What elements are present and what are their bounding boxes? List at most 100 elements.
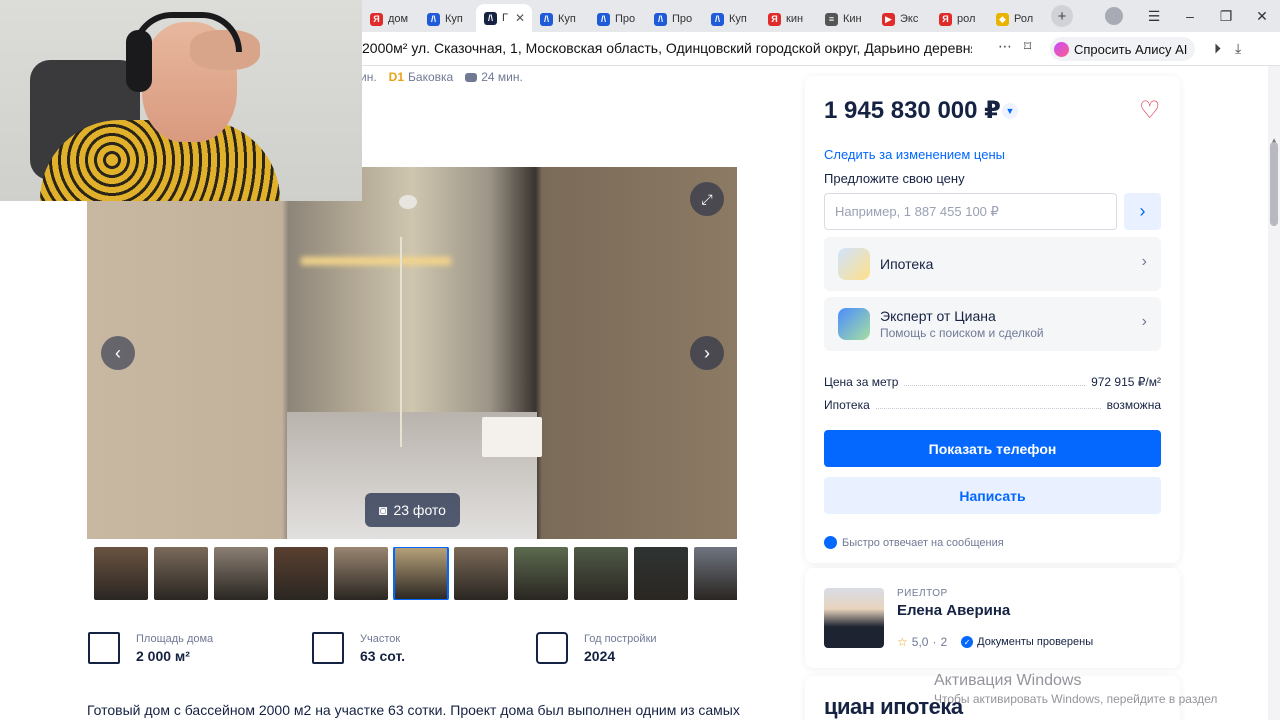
leader-dots bbox=[875, 401, 1101, 409]
gallery-thumbnail[interactable] bbox=[574, 547, 628, 600]
walk-time: ин. bbox=[360, 70, 377, 84]
station[interactable]: D1 Баковка bbox=[389, 70, 454, 84]
gallery-thumbnail[interactable] bbox=[634, 547, 688, 600]
thumbnail-strip bbox=[94, 547, 737, 600]
tab-favicon-icon: /\ bbox=[540, 12, 553, 26]
tab-label: Экс bbox=[900, 13, 919, 25]
realtor-rating[interactable]: ☆ 5,0 · 2 ✓ Документы проверены bbox=[897, 635, 1093, 649]
drive-time: 24 мин. bbox=[465, 70, 523, 84]
gallery-thumbnail[interactable] bbox=[393, 547, 449, 600]
profile-avatar[interactable] bbox=[1105, 7, 1123, 25]
realtor-avatar[interactable] bbox=[824, 588, 884, 648]
media-play-icon[interactable]: ⏵ bbox=[1214, 40, 1221, 57]
download-icon[interactable]: ⤓ bbox=[1235, 40, 1241, 57]
window-controls: ☰ – ❐ ✕ bbox=[1136, 0, 1280, 32]
browser-tab[interactable]: Ярол bbox=[931, 6, 988, 32]
fullscreen-icon[interactable]: ⤢ bbox=[690, 182, 724, 216]
stat-value: 63 сот. bbox=[360, 647, 405, 664]
tab-close-icon[interactable]: ✕ bbox=[515, 11, 525, 25]
review-count: 2 bbox=[940, 635, 948, 649]
verified-badge: ✓ Документы проверены bbox=[961, 636, 1093, 648]
photo-gallery[interactable]: ⤢ ‹ › ◙ 23 фото bbox=[87, 167, 737, 539]
address-actions: ⋯ ⌑ bbox=[998, 38, 1031, 55]
bookmark-icon[interactable]: ⌑ bbox=[1024, 38, 1031, 55]
gallery-thumbnail[interactable] bbox=[694, 547, 737, 600]
drive-time-value: 24 мин. bbox=[481, 70, 523, 84]
verified-label: Документы проверены bbox=[977, 636, 1094, 648]
plot-icon bbox=[312, 632, 344, 664]
expert-promo[interactable]: Эксперт от Циана Помощь с поиском и сдел… bbox=[824, 297, 1161, 351]
track-price-link[interactable]: Следить за изменением цены bbox=[824, 147, 1005, 162]
price-history-toggle[interactable]: ▼ bbox=[1002, 103, 1018, 119]
restore-button[interactable]: ❐ bbox=[1208, 8, 1244, 25]
check-icon: ✓ bbox=[961, 636, 974, 648]
tab-strip: Ядом /\ Куп /\ Г ✕ /\ Куп /\ Про /\ Про /\ Куп Якин ≡ Ки… bbox=[362, 0, 1045, 32]
expert-promo-subtitle: Помощь с поиском и сделкой bbox=[880, 326, 1044, 340]
tab-label: Рол bbox=[1014, 13, 1034, 25]
photo-light-strip bbox=[301, 257, 451, 265]
tab-label: Кин bbox=[843, 13, 862, 25]
menu-icon[interactable]: ☰ bbox=[1136, 8, 1172, 25]
favorite-heart-icon[interactable]: ♡ bbox=[1139, 96, 1161, 125]
url-field[interactable]: 2000м² ул. Сказочная, 1, Московская обла… bbox=[362, 40, 972, 56]
gallery-thumbnail[interactable] bbox=[274, 547, 328, 600]
mortgage-row: Ипотека возможна bbox=[824, 398, 1161, 412]
browser-tab[interactable]: Якин bbox=[760, 6, 817, 32]
write-message-button[interactable]: Написать bbox=[824, 477, 1161, 514]
show-phone-button[interactable]: Показать телефон bbox=[824, 430, 1161, 467]
more-icon[interactable]: ⋯ bbox=[998, 38, 1012, 55]
suggest-price-submit[interactable]: › bbox=[1124, 193, 1161, 230]
transport-info: ин. D1 Баковка 24 мин. bbox=[360, 70, 523, 84]
gallery-thumbnail[interactable] bbox=[94, 547, 148, 600]
tab-favicon-icon: /\ bbox=[427, 12, 440, 26]
stat-plot: Участок 63 сот. bbox=[312, 632, 536, 664]
row-key: Цена за метр bbox=[824, 375, 899, 389]
realtor-role: РИЕЛТОР bbox=[897, 588, 948, 599]
browser-tab[interactable]: ▶ Экс bbox=[874, 6, 931, 32]
browser-tab[interactable]: /\ Куп bbox=[703, 6, 760, 32]
browser-tab[interactable]: ◆ Рол bbox=[988, 6, 1045, 32]
expert-promo-title: Эксперт от Циана bbox=[880, 308, 996, 324]
gallery-thumbnail[interactable] bbox=[334, 547, 388, 600]
browser-tab[interactable]: Ядом bbox=[362, 6, 419, 32]
browser-tab[interactable]: /\ Куп bbox=[419, 6, 476, 32]
suggest-price-label: Предложите свою цену bbox=[824, 171, 965, 186]
realtor-name[interactable]: Елена Аверина bbox=[897, 602, 1010, 619]
gallery-thumbnail[interactable] bbox=[154, 547, 208, 600]
tab-favicon-icon: ◆ bbox=[996, 12, 1009, 26]
browser-tab[interactable]: /\ Про bbox=[646, 6, 703, 32]
ask-alice-button[interactable]: Спросить Алису AI bbox=[1050, 37, 1196, 61]
gallery-thumbnail[interactable] bbox=[514, 547, 568, 600]
gallery-thumbnail[interactable] bbox=[214, 547, 268, 600]
mortgage-promo-title: Ипотека bbox=[880, 256, 934, 272]
watermark-title: Активация Windows bbox=[934, 672, 1082, 689]
gallery-thumbnail[interactable] bbox=[454, 547, 508, 600]
ask-alice-label: Спросить Алису AI bbox=[1074, 41, 1188, 57]
browser-tab[interactable]: /\ Г ✕ bbox=[476, 4, 532, 32]
prev-photo-button[interactable]: ‹ bbox=[101, 336, 135, 370]
suggest-price-input[interactable]: Например, 1 887 455 100 ₽ bbox=[824, 193, 1117, 230]
close-window-button[interactable]: ✕ bbox=[1244, 8, 1280, 25]
stat-label: Участок bbox=[360, 632, 401, 645]
new-tab-button[interactable]: + bbox=[1051, 5, 1073, 27]
leader-dots bbox=[904, 378, 1086, 386]
stat-house-area: Площадь дома 2 000 м² bbox=[88, 632, 312, 664]
browser-tab[interactable]: /\ Куп bbox=[532, 6, 589, 32]
next-photo-button[interactable]: › bbox=[690, 336, 724, 370]
star-icon: ☆ bbox=[897, 635, 908, 649]
photo-ceiling-lamp bbox=[399, 195, 417, 209]
browser-tab[interactable]: /\ Про bbox=[589, 6, 646, 32]
row-value: возможна bbox=[1106, 398, 1161, 412]
minimize-button[interactable]: – bbox=[1172, 8, 1208, 24]
rating-value: 5,0 bbox=[911, 635, 929, 649]
tab-favicon-icon: ≡ bbox=[825, 12, 838, 26]
house-coin-icon bbox=[838, 248, 870, 280]
tab-favicon-icon: Я bbox=[939, 12, 952, 26]
tab-label: Про bbox=[615, 13, 636, 25]
clock-icon bbox=[824, 536, 837, 549]
scrollbar-thumb[interactable] bbox=[1270, 142, 1278, 226]
photo-count-button[interactable]: ◙ 23 фото bbox=[365, 493, 460, 527]
mortgage-promo[interactable]: Ипотека › bbox=[824, 237, 1161, 291]
stat-label: Год постройки bbox=[584, 632, 657, 645]
browser-tab[interactable]: ≡ Кин bbox=[817, 6, 874, 32]
